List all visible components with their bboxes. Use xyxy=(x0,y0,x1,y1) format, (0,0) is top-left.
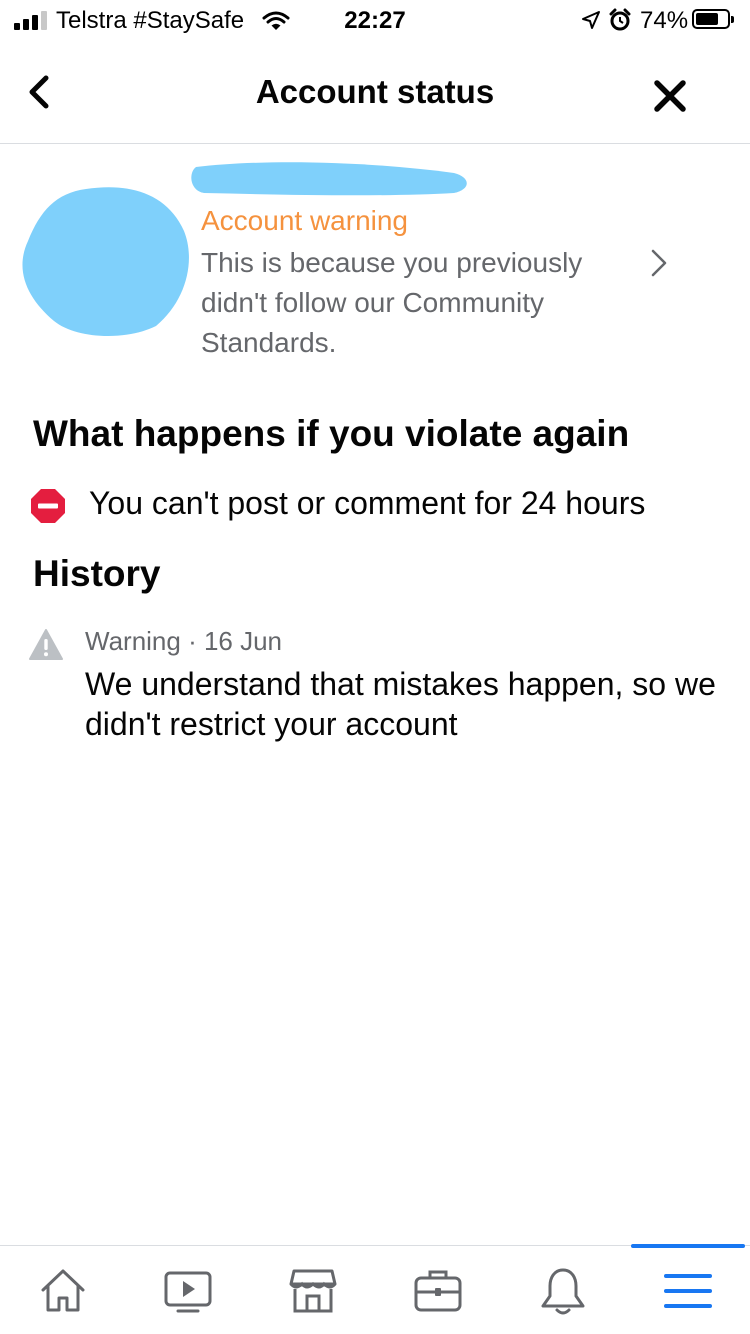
tab-notifications[interactable] xyxy=(500,1246,625,1334)
status-bar: Telstra #StaySafe 22:27 74% xyxy=(0,0,750,40)
warning-triangle-icon xyxy=(29,629,63,660)
avatar xyxy=(22,187,189,337)
marketplace-icon xyxy=(289,1269,337,1313)
tab-marketplace[interactable] xyxy=(250,1246,375,1334)
close-icon xyxy=(654,80,686,112)
chevron-right-icon xyxy=(651,249,667,277)
battery-icon xyxy=(692,9,734,29)
history-item-meta: Warning · 16 Jun xyxy=(85,626,283,656)
menu-icon xyxy=(664,1274,712,1308)
bottom-tab-bar xyxy=(0,1244,750,1334)
penalty-text: You can't post or comment for 24 hours xyxy=(89,485,646,521)
account-warning-label: Account warning xyxy=(201,205,409,236)
account-warning-card[interactable]: Account warning This is because you prev… xyxy=(0,145,750,370)
home-icon xyxy=(41,1269,85,1312)
stop-icon xyxy=(31,489,65,523)
tab-home[interactable] xyxy=(0,1246,125,1334)
battery-percent: 74% xyxy=(640,7,689,34)
video-icon xyxy=(164,1271,212,1313)
history-heading: History xyxy=(33,553,161,594)
location-icon xyxy=(582,11,600,29)
penalty-row: You can't post or comment for 24 hours xyxy=(0,480,750,530)
history-item: Warning · 16 Jun We understand that mist… xyxy=(0,620,750,760)
briefcase-icon xyxy=(414,1270,462,1312)
account-warning-description: This is because you previously didn't fo… xyxy=(201,247,583,358)
tab-video[interactable] xyxy=(125,1246,250,1334)
tab-menu[interactable] xyxy=(625,1244,750,1334)
header: Account status xyxy=(0,44,750,144)
history-item-message: We understand that mistakes happen, so w… xyxy=(85,666,716,742)
page-title: Account status xyxy=(255,73,495,110)
active-tab-indicator xyxy=(631,1244,745,1248)
close-button[interactable] xyxy=(650,76,690,116)
bell-icon xyxy=(541,1268,585,1315)
alarm-icon xyxy=(609,8,631,31)
consequences-heading: What happens if you violate again xyxy=(33,413,630,454)
redacted-name xyxy=(191,162,467,196)
tab-jobs[interactable] xyxy=(375,1246,500,1334)
clock: 22:27 xyxy=(344,7,406,34)
account-status-screen: Telstra #StaySafe 22:27 74% Account stat… xyxy=(0,0,750,1334)
